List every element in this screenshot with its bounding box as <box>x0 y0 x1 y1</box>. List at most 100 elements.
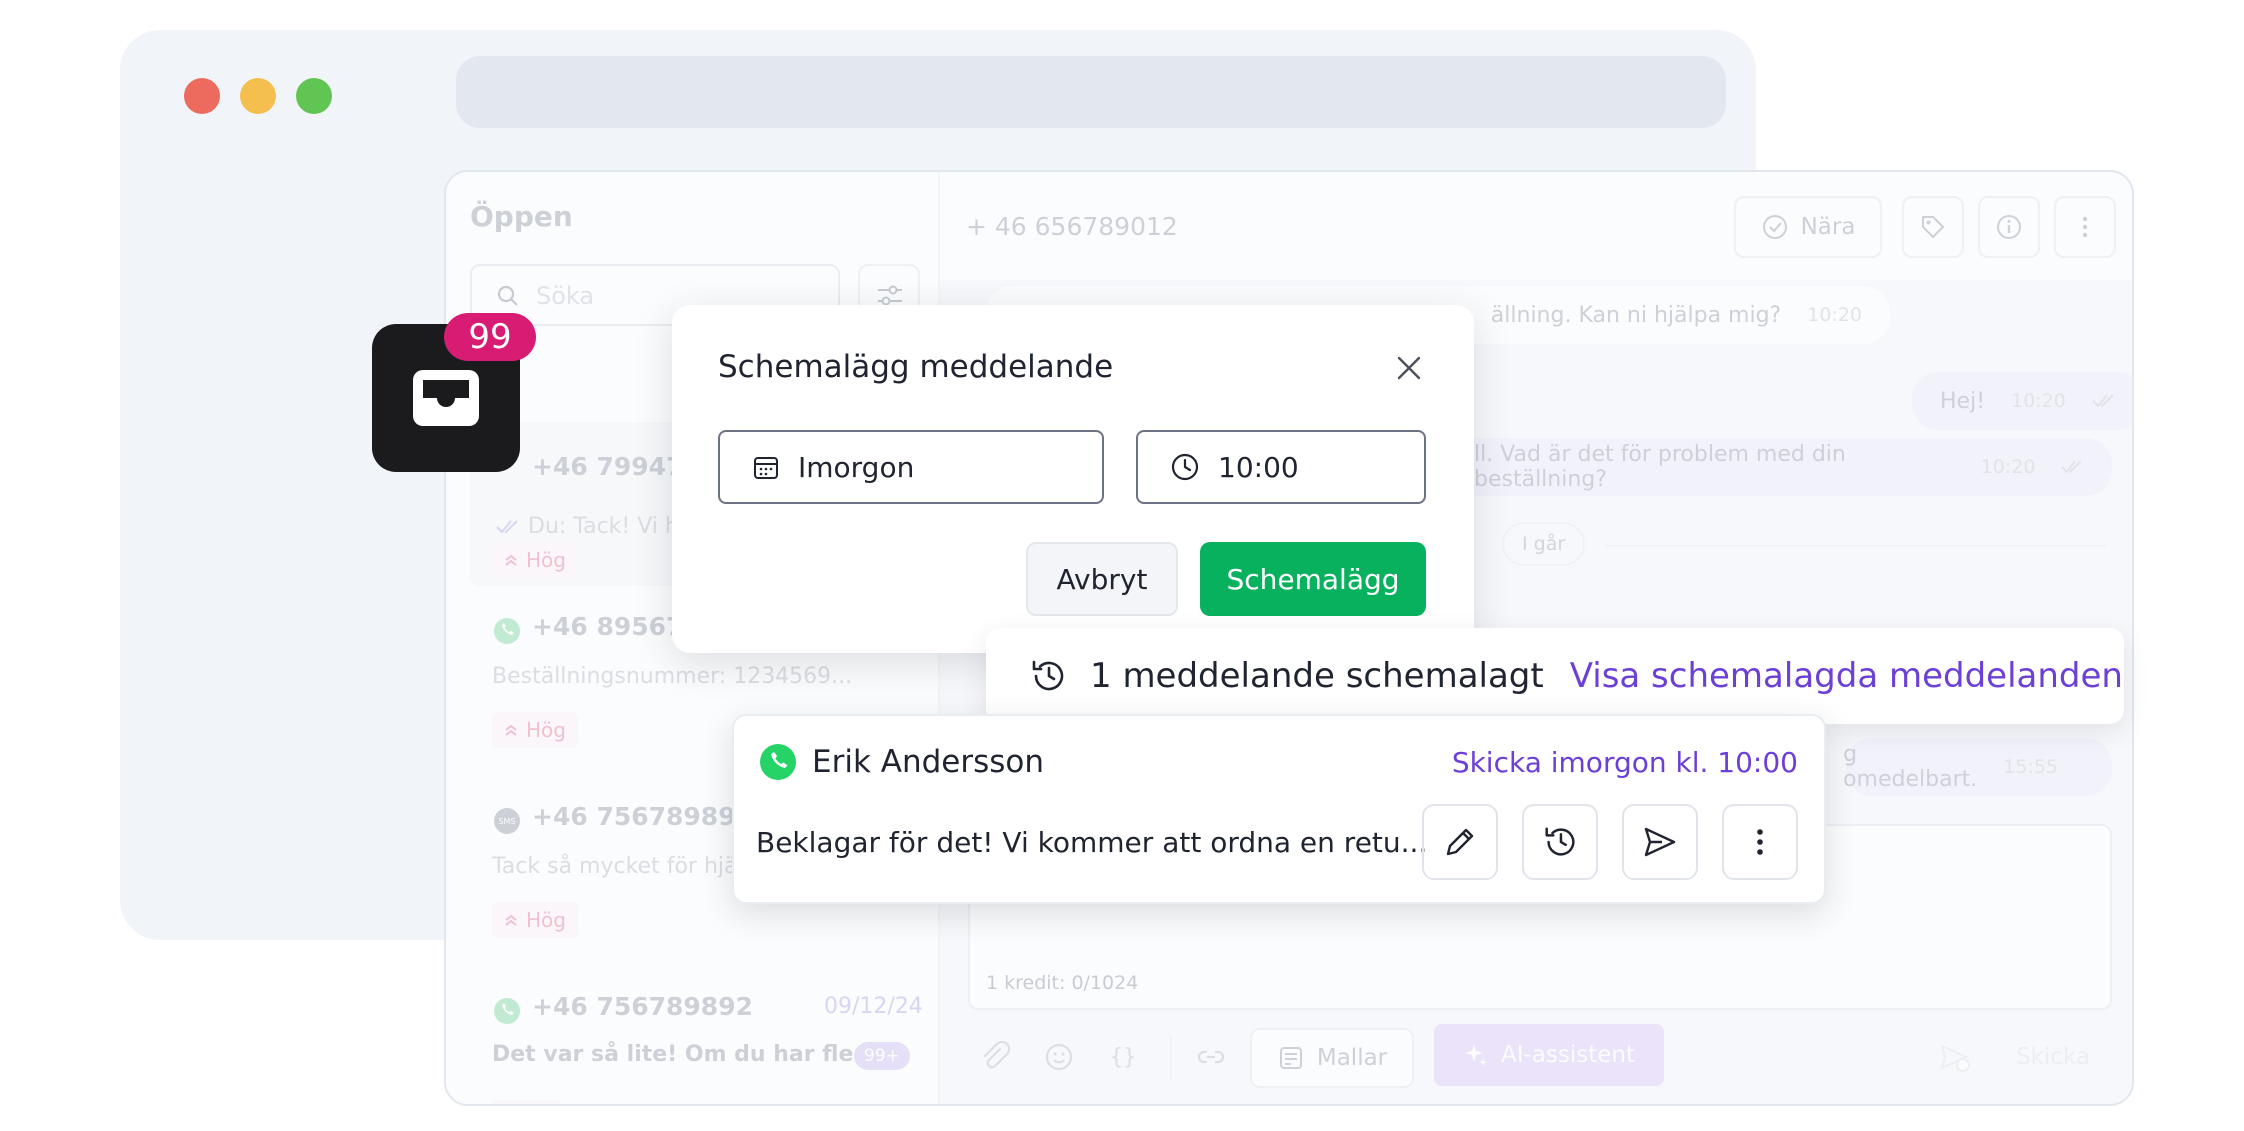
conversation-item[interactable]: +46 756789892 09/12/24 Det var så lite! … <box>470 992 923 1104</box>
schedule-button[interactable]: Schemalägg <box>1200 542 1426 616</box>
edit-button[interactable] <box>1422 804 1498 880</box>
conversation-preview: Du: Tack! Vi ha <box>528 514 693 539</box>
sparkle-icon <box>1464 1044 1487 1066</box>
paperclip-icon[interactable] <box>978 1040 1012 1074</box>
svg-text:SMS: SMS <box>498 817 515 826</box>
date-picker[interactable]: Imorgon <box>718 430 1104 504</box>
message-text: ällning. Kan ni hjälpa mig? <box>1490 302 1782 328</box>
search-placeholder: Söka <box>536 282 595 310</box>
template-icon <box>1279 1047 1302 1069</box>
double-check-icon <box>2061 460 2082 474</box>
scheduled-count-text: 1 meddelande schemalagt <box>1090 656 1544 696</box>
history-clock-icon <box>1545 827 1575 856</box>
close-conversation-button[interactable]: Nära <box>1734 196 1882 258</box>
emoji-icon[interactable] <box>1042 1040 1076 1074</box>
send-icon <box>1644 827 1676 857</box>
message-time: 10:20 <box>1980 456 2036 478</box>
chevrons-up-icon <box>505 914 517 926</box>
search-icon <box>497 285 518 306</box>
inbox-tray-icon <box>413 370 479 426</box>
close-window-dot[interactable] <box>184 78 220 114</box>
whatsapp-icon <box>494 618 520 644</box>
minimize-window-dot[interactable] <box>240 78 276 114</box>
chat-header-phone: + 46 656789012 <box>966 212 1178 241</box>
priority-label: Hög <box>526 908 566 932</box>
outgoing-message: g omedelbart. 15:55 <box>1843 738 2112 796</box>
pencil-icon <box>1446 828 1474 856</box>
scheduled-message-card: Erik Andersson Skicka imorgon kl. 10:00 … <box>732 714 1826 904</box>
whatsapp-icon <box>494 998 520 1024</box>
conversation-preview: Tack så mycket för hjäl <box>492 854 744 879</box>
priority-tag: Hög <box>492 712 578 748</box>
close-icon[interactable] <box>1396 355 1422 381</box>
outgoing-message: ll. Vad är det för problem med din bestä… <box>1446 438 2112 496</box>
priority-tag: Hög <box>492 902 578 938</box>
message-time: 10:20 <box>2011 390 2066 412</box>
ai-assistant-label: AI-assistent <box>1500 1042 1635 1068</box>
chevrons-up-icon <box>505 724 517 736</box>
schedule-message-modal: Schemalägg meddelande Imorgon 10:00 Avbr… <box>672 305 1474 653</box>
info-button[interactable] <box>1978 196 2040 258</box>
contact-name: Erik Andersson <box>812 744 1045 780</box>
more-options-button[interactable] <box>2054 196 2116 258</box>
time-picker[interactable]: 10:00 <box>1136 430 1426 504</box>
credit-counter: 1 kredit: 0/1024 <box>986 972 1139 994</box>
svg-text:{}: {} <box>1110 1045 1137 1070</box>
double-check-icon <box>496 519 518 533</box>
priority-tag <box>492 1100 562 1104</box>
outgoing-message: Hej! 10:20 <box>1912 372 2132 430</box>
double-check-icon <box>2092 394 2114 408</box>
toolbar-divider <box>1170 1036 1172 1080</box>
conversation-preview: Det var så lite! Om du har fle... <box>492 1042 879 1067</box>
variables-icon[interactable]: {} <box>1106 1040 1140 1074</box>
kebab-menu-icon <box>2082 216 2088 238</box>
close-label: Nära <box>1800 214 1856 240</box>
scheduled-send-icon[interactable] <box>1938 1040 1972 1074</box>
link-icon[interactable] <box>1194 1040 1228 1074</box>
info-icon <box>1997 215 2021 239</box>
scheduled-time: Skicka imorgon kl. 10:00 <box>1451 746 1798 779</box>
check-circle-icon <box>1762 215 1787 239</box>
history-clock-icon <box>1032 660 1064 691</box>
templates-label: Mallar <box>1316 1045 1388 1071</box>
message-text: ll. Vad är det för problem med din bestä… <box>1474 442 1846 492</box>
message-time: 10:20 <box>1807 304 1862 326</box>
priority-label: Hög <box>526 718 566 742</box>
sms-icon: SMS <box>494 808 520 834</box>
message-time: 15:55 <box>2003 756 2058 778</box>
cancel-button[interactable]: Avbryt <box>1026 542 1178 616</box>
address-bar[interactable] <box>456 56 1726 128</box>
scheduled-banner: 1 meddelande schemalagt Visa schemalagda… <box>986 628 2124 724</box>
conversation-phone: +46 756789892 <box>532 992 753 1021</box>
tag-button[interactable] <box>1902 196 1964 258</box>
message-text: g omedelbart. <box>1843 742 1978 792</box>
send-button[interactable]: Skicka <box>2016 1044 2090 1070</box>
time-value: 10:00 <box>1218 450 1299 484</box>
notification-badge: 99 <box>444 313 536 361</box>
templates-button[interactable]: Mallar <box>1250 1028 1414 1088</box>
send-now-button[interactable] <box>1622 804 1698 880</box>
conversation-preview: Beställningsnummer: 1234569... <box>492 664 853 689</box>
sidebar-title: Öppen <box>470 200 573 233</box>
message-text: Hej! <box>1940 388 1986 414</box>
conversation-date: 09/12/24 <box>824 994 923 1019</box>
chevrons-up-icon <box>505 554 517 566</box>
reschedule-button[interactable] <box>1522 804 1598 880</box>
clock-icon <box>1171 453 1199 481</box>
view-scheduled-link[interactable]: Visa schemalagda meddelanden <box>1570 656 2123 696</box>
scheduled-message-text: Beklagar för det! Vi kommer att ordna en… <box>756 826 1428 859</box>
calendar-icon <box>754 457 778 479</box>
modal-title: Schemalägg meddelande <box>718 349 1114 385</box>
whatsapp-icon <box>760 744 796 780</box>
date-divider: I går <box>1502 522 1586 566</box>
date-value: Imorgon <box>798 450 915 484</box>
kebab-menu-icon <box>1757 829 1763 855</box>
unread-count-badge: 99+ <box>854 1042 910 1070</box>
tag-icon <box>1922 216 1944 238</box>
priority-label: Hög <box>526 548 566 572</box>
priority-tag: Hög <box>492 542 578 578</box>
ai-assistant-button[interactable]: AI-assistent <box>1434 1024 1664 1086</box>
maximize-window-dot[interactable] <box>296 78 332 114</box>
date-divider-line <box>1606 545 2106 547</box>
card-more-options-button[interactable] <box>1722 804 1798 880</box>
